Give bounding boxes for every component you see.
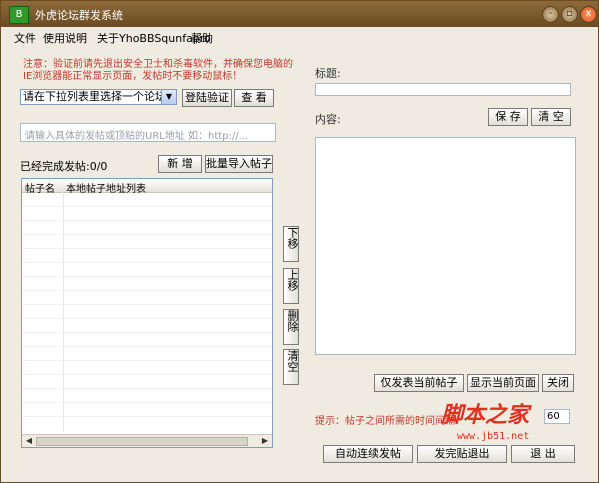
table-row	[22, 206, 272, 207]
table-header: 帖子名 本地帖子地址列表	[22, 179, 272, 195]
verify-button[interactable]: 登陆验证	[182, 89, 232, 107]
move-down-label: 下移	[286, 227, 299, 249]
table-row	[22, 402, 272, 403]
view-button[interactable]: 查 看	[234, 89, 274, 107]
move-down-button[interactable]: 下移	[283, 226, 299, 262]
table-row	[22, 276, 272, 277]
watermark-url: www.jb51.net	[457, 431, 530, 442]
table-row	[22, 304, 272, 305]
title-bar[interactable]: B 外虎论坛群发系统 - ▫ x	[1, 1, 598, 27]
watermark-logo: 脚本之家	[441, 402, 530, 428]
delete-label: 删除	[286, 310, 299, 332]
quit-after-publish-button[interactable]: 发完贴退出	[417, 445, 507, 463]
move-up-label: 上移	[286, 269, 299, 291]
interval-tip: 提示：帖子之间所需的时间间隔	[315, 416, 455, 427]
table-row	[22, 360, 272, 361]
table-row	[22, 374, 272, 375]
forum-select[interactable]: 请在下拉列表里选择一个论坛 ▼	[20, 89, 177, 105]
close-window-button[interactable]: x	[580, 6, 597, 23]
delete-button[interactable]: 删除	[283, 309, 299, 345]
scroll-thumb[interactable]	[36, 437, 248, 446]
save-button[interactable]: 保 存	[488, 108, 528, 126]
publish-current-button[interactable]: 仅发表当前帖子	[374, 374, 464, 392]
table-row	[22, 262, 272, 263]
clear-list-button[interactable]: 清空	[283, 349, 299, 385]
table-row	[22, 248, 272, 249]
window-title: 外虎论坛群发系统	[35, 9, 123, 22]
table-row	[22, 290, 272, 291]
content-label: 内容:	[315, 113, 341, 126]
app-icon: B	[9, 6, 29, 24]
table-row	[22, 332, 272, 333]
column-local-address[interactable]: 本地帖子地址列表	[66, 180, 146, 195]
close-panel-button[interactable]: 关闭	[542, 374, 574, 392]
clear-list-label: 清空	[286, 350, 299, 372]
main-window: B 外虎论坛群发系统 - ▫ x 文件 使用说明 关于YhoBBSqunfapr…	[0, 0, 599, 483]
chevron-down-icon[interactable]: ▼	[161, 90, 176, 104]
table-row	[22, 416, 272, 417]
show-page-button[interactable]: 显示当前页面	[467, 374, 539, 392]
title-input[interactable]	[315, 83, 571, 96]
table-row	[22, 388, 272, 389]
horizontal-scrollbar[interactable]: ◀ ▶	[22, 434, 272, 447]
batch-import-button[interactable]: 批量导入帖子	[205, 155, 273, 173]
column-divider	[63, 192, 64, 432]
scroll-left-icon[interactable]: ◀	[23, 435, 35, 447]
table-row	[22, 346, 272, 347]
completed-count: 已经完成发帖:0/0	[20, 160, 108, 173]
menu-file[interactable]: 文件	[14, 30, 36, 46]
menu-instructions[interactable]: 使用说明	[43, 30, 87, 46]
menu-help[interactable]: 帮助	[191, 30, 213, 46]
table-row	[22, 318, 272, 319]
notice-text: 注意：验证前请先退出安全卫士和杀毒软件，并确保您电脑的IE浏览器能正常显示页面，…	[23, 59, 293, 82]
forum-select-value: 请在下拉列表里选择一个论坛	[23, 90, 166, 103]
minimize-button[interactable]: -	[542, 6, 559, 23]
clear-content-button[interactable]: 清 空	[531, 108, 571, 126]
post-table[interactable]: 帖子名 本地帖子地址列表 ◀ ▶	[21, 178, 273, 448]
title-label: 标题:	[315, 67, 341, 80]
scroll-right-icon[interactable]: ▶	[259, 435, 271, 447]
restore-button[interactable]: ▫	[561, 6, 578, 23]
auto-publish-button[interactable]: 自动连续发帖	[323, 445, 413, 463]
interval-input[interactable]: 60	[544, 409, 570, 424]
table-row	[22, 220, 272, 221]
move-up-button[interactable]: 上移	[283, 268, 299, 304]
column-post-name[interactable]: 帖子名	[25, 180, 55, 195]
exit-button[interactable]: 退 出	[511, 445, 575, 463]
table-row	[22, 234, 272, 235]
menu-bar: 文件 使用说明 关于YhoBBSqunfapro 帮助	[1, 27, 598, 46]
content-textarea[interactable]	[315, 137, 576, 355]
url-input[interactable]: 请输入具体的发帖或顶贴的URL地址 如：http://...	[20, 123, 276, 142]
add-button[interactable]: 新 增	[158, 155, 202, 173]
